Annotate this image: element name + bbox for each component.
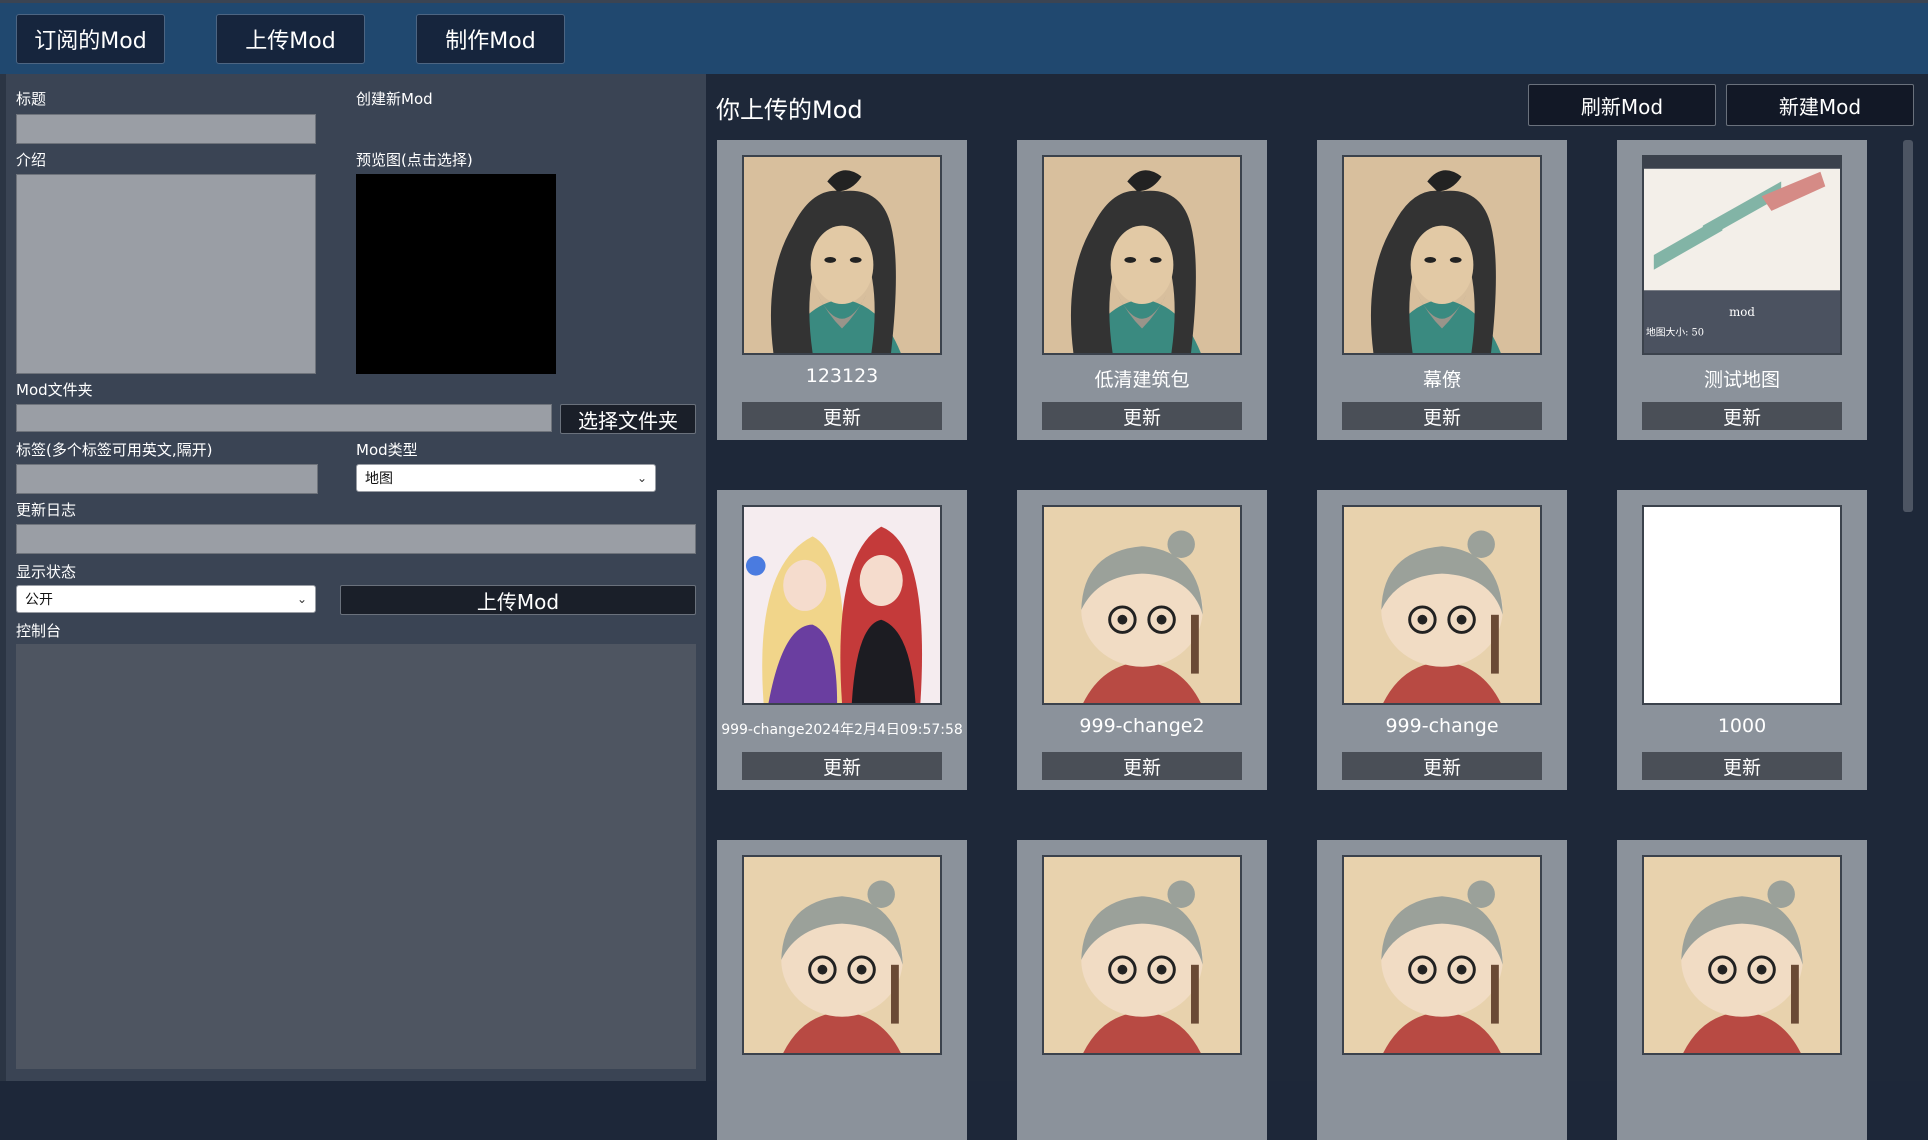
mod-card-name: 999-change2024年2月4日09:57:58	[721, 722, 963, 738]
tab-make-mod[interactable]: 制作Mod	[416, 14, 565, 64]
mod-card[interactable]	[1317, 840, 1567, 1140]
mod-thumbnail	[1642, 855, 1842, 1055]
changelog-label: 更新日志	[16, 501, 77, 519]
mod-thumbnail: mod 地图大小: 50	[1642, 155, 1842, 355]
mod-card[interactable]	[1017, 840, 1267, 1140]
upload-mod-button[interactable]: 上传Mod	[340, 585, 696, 615]
mod-thumbnail	[742, 155, 942, 355]
mod-card[interactable]: mod 地图大小: 50 测试地图更新	[1617, 140, 1867, 440]
mod-type-select[interactable]: 地图 ⌄	[356, 464, 656, 492]
mod-card-name: 测试地图	[1703, 369, 1780, 391]
map-preview-caption: mod	[1729, 305, 1755, 319]
mod-thumbnail	[1042, 505, 1242, 705]
mod-thumbnail	[1042, 855, 1242, 1055]
top-nav-bar: 订阅的Mod 上传Mod 制作Mod	[0, 0, 1928, 74]
mod-thumbnail	[742, 505, 942, 705]
mod-card-name: 123123	[805, 365, 879, 387]
mod-thumbnail	[1342, 505, 1542, 705]
mod-thumbnail	[1342, 155, 1542, 355]
new-mod-button[interactable]: 新建Mod	[1726, 84, 1914, 126]
tab-subscribed-mods[interactable]: 订阅的Mod	[16, 14, 165, 64]
mod-card[interactable]: 999-change2 更新	[1017, 490, 1267, 790]
mod-card[interactable]: 999-change 更新	[1317, 490, 1567, 790]
mod-card-name: 999-change	[1385, 715, 1499, 737]
title-input[interactable]	[16, 114, 316, 144]
refresh-mods-button[interactable]: 刷新Mod	[1528, 84, 1716, 126]
tags-label: 标签(多个标签可用英文,隔开)	[16, 441, 213, 459]
mod-type-label: Mod类型	[356, 441, 418, 459]
mod-thumbnail	[1042, 155, 1242, 355]
mod-thumbnail	[1642, 505, 1842, 705]
chevron-down-icon: ⌄	[296, 592, 307, 606]
uploaded-mods-title: 你上传的Mod	[716, 96, 863, 124]
mod-type-value: 地图	[365, 471, 393, 487]
console-label: 控制台	[16, 622, 62, 640]
create-new-mod-label: 创建新Mod	[356, 90, 433, 108]
intro-label: 介绍	[16, 151, 47, 169]
mod-update-button[interactable]: 更新	[1342, 402, 1542, 430]
mod-update-button[interactable]: 更新	[742, 752, 942, 780]
mod-thumbnail	[1342, 855, 1542, 1055]
mod-update-button[interactable]: 更新	[1042, 402, 1242, 430]
mod-update-button[interactable]: 更新	[1042, 752, 1242, 780]
mod-thumbnail	[742, 855, 942, 1055]
mod-card[interactable]: 123123 更新	[717, 140, 967, 440]
mod-card[interactable]: 1000 更新	[1617, 490, 1867, 790]
mod-card-name: 1000	[1717, 715, 1767, 737]
mod-folder-input[interactable]	[16, 404, 552, 432]
preview-label: 预览图(点击选择)	[356, 151, 473, 169]
mod-folder-label: Mod文件夹	[16, 381, 93, 399]
upload-form-panel: 标题 创建新Mod 介绍 预览图(点击选择) Mod文件夹 选择文件夹 标签(多…	[0, 74, 706, 1081]
changelog-input[interactable]	[16, 524, 696, 554]
mod-update-button[interactable]: 更新	[1342, 752, 1542, 780]
visibility-label: 显示状态	[16, 563, 77, 581]
mod-card[interactable]: 低清建筑包 更新	[1017, 140, 1267, 440]
mod-update-button[interactable]: 更新	[1642, 402, 1842, 430]
tab-upload-mod[interactable]: 上传Mod	[216, 14, 365, 64]
mod-card[interactable]: 999-change2024年2月4日09:57:58 更新	[717, 490, 967, 790]
map-preview-size-text: 地图大小: 50	[1646, 325, 1704, 338]
mod-update-button[interactable]: 更新	[742, 402, 942, 430]
scrollbar[interactable]	[1903, 140, 1913, 512]
mod-card[interactable]	[717, 840, 967, 1140]
preview-image-picker[interactable]	[356, 174, 556, 374]
tags-input[interactable]	[16, 464, 318, 494]
mod-card[interactable]: 幕僚 更新	[1317, 140, 1567, 440]
intro-textarea[interactable]	[16, 174, 316, 374]
mod-update-button[interactable]: 更新	[1642, 752, 1842, 780]
mod-card-name: 999-change2	[1079, 715, 1205, 737]
mod-card[interactable]	[1617, 840, 1867, 1140]
chevron-down-icon: ⌄	[636, 471, 647, 485]
title-label: 标题	[16, 90, 47, 108]
choose-folder-button[interactable]: 选择文件夹	[560, 404, 696, 434]
visibility-value: 公开	[25, 592, 53, 608]
mod-card-name: 幕僚	[1422, 369, 1461, 391]
mod-card-name: 低清建筑包	[1094, 369, 1190, 391]
visibility-select[interactable]: 公开 ⌄	[16, 585, 316, 613]
console-output	[16, 644, 696, 1069]
